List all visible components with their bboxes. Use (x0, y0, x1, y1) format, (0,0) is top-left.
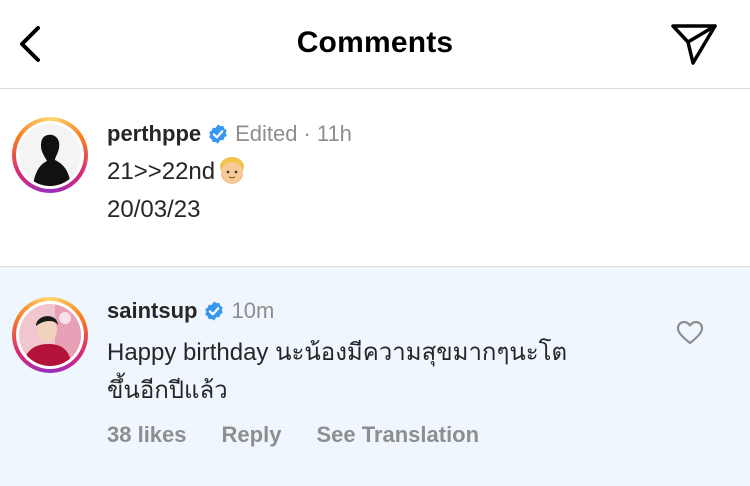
share-button[interactable] (668, 20, 720, 68)
comment-avatar (19, 304, 81, 366)
reply-button[interactable]: Reply (222, 422, 282, 448)
page-title: Comments (296, 26, 454, 59)
caption-time: 11h (316, 121, 352, 146)
man-emoji-icon (220, 157, 245, 184)
post-caption: perthppe Edited · 11h 21>>22nd 20/03/23 (0, 89, 750, 267)
comment-line-2: ขึ้นอีกปีแล้ว (107, 377, 228, 404)
person-avatar-image (19, 304, 81, 366)
silhouette-avatar-image (19, 124, 81, 186)
caption-text: 21>>22nd 20/03/23 (107, 153, 247, 229)
avatar-story-ring[interactable] (12, 117, 88, 193)
likes-count-link[interactable]: 38 likes (107, 422, 187, 448)
top-bar: Comments (0, 0, 750, 89)
avatar (19, 124, 81, 186)
verified-badge-icon (209, 124, 227, 144)
caption-line-1: 21>>22nd (107, 158, 216, 185)
see-translation-button[interactable]: See Translation (316, 422, 479, 448)
comment-actions: 38 likes Reply See Translation (107, 422, 514, 448)
comment-avatar-story-ring[interactable] (12, 297, 88, 373)
separator-dot: · (303, 121, 311, 146)
verified-badge-icon (205, 301, 224, 321)
comment-text: Happy birthday นะน้องมีความสุขมากๆนะโต ข… (107, 334, 667, 410)
caption-username[interactable]: perthppe (107, 121, 201, 147)
edited-label: Edited (235, 121, 298, 146)
caption-meta: perthppe Edited · 11h (107, 121, 352, 147)
heart-icon (676, 320, 704, 345)
paper-plane-icon (671, 24, 717, 65)
caption-line-2: 20/03/23 (107, 196, 201, 223)
comment-line-1: Happy birthday นะน้องมีความสุขมากๆนะโต (107, 339, 568, 366)
comment-time: 10m (231, 298, 275, 323)
like-button[interactable] (676, 319, 704, 347)
comment-username[interactable]: saintsup (107, 298, 197, 324)
comment-meta: saintsup 10m (107, 298, 274, 324)
